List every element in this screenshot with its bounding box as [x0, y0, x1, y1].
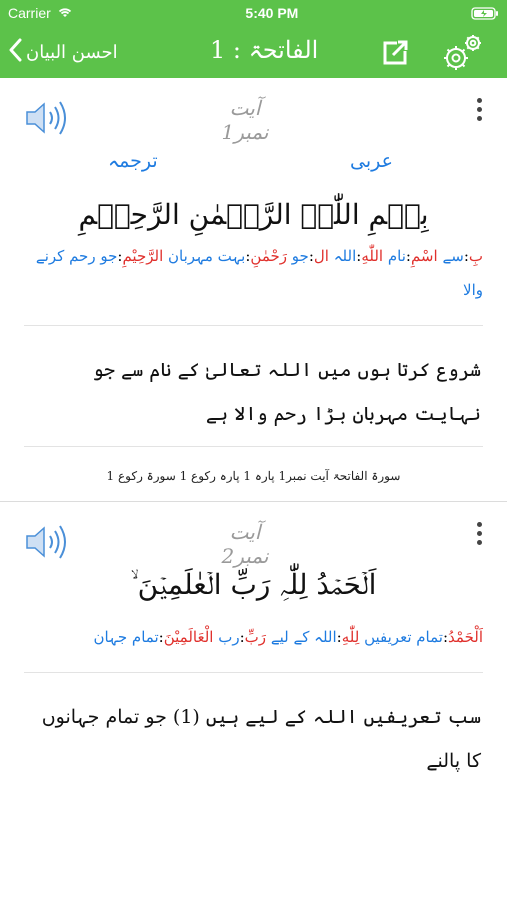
word-arabic: الرَّحِيْمِ	[122, 247, 164, 265]
clock: 5:40 PM	[245, 5, 299, 21]
share-button[interactable]	[382, 37, 411, 70]
word-meaning: نام	[387, 247, 406, 265]
word-meaning: سے	[442, 247, 464, 265]
page-title: الفاتحۃ : 1	[210, 36, 319, 64]
arabic-toggle[interactable]: عربی	[350, 150, 393, 172]
word-arabic: بِ	[468, 247, 483, 265]
wifi-icon	[57, 5, 73, 21]
more-options-button[interactable]	[474, 522, 484, 549]
word-by-word: بِ:سے اسْمِ:نام اللّٰهِ:اللہ ال:جو رَحْم…	[35, 247, 483, 299]
arabic-verse: اَلۡحَمۡدُ لِلّٰہِ رَبِّ الۡعٰلَمِیۡنَ ۙ	[130, 568, 377, 601]
word-arabic: لِلّٰهِ	[341, 628, 360, 646]
verse-reference: سورۃ الفاتحۃ آیت نمبر1 پارہ 1 پارہ رکوع …	[106, 469, 401, 483]
word-arabic: اَلْحَمْدُ	[448, 628, 483, 646]
speaker-icon	[26, 101, 66, 135]
urdu-translation: سب تعریفیں اللہ کے لیے ہیں (1) جو تمام ج…	[41, 706, 481, 772]
gear-icon	[444, 35, 481, 70]
urdu-translation: شروع کرتا ہوں میں اللہ تعالیٰ کے نام سے …	[92, 359, 481, 425]
nav-bar: احسن البیان الفاتحۃ : 1	[0, 26, 507, 78]
word-meaning: جو	[291, 247, 309, 265]
status-bar: Carrier 5:40 PM	[0, 0, 507, 26]
word-meaning: تمام تعریفیں	[364, 628, 443, 646]
word-meaning: رب	[218, 628, 240, 646]
settings-button[interactable]	[440, 32, 486, 76]
more-options-button[interactable]	[474, 98, 484, 125]
back-label: احسن البیان	[26, 42, 118, 63]
word-arabic: الْعَالَمِيْنَ	[163, 628, 214, 646]
word-arabic: اللّٰهِ	[361, 247, 384, 265]
share-icon	[383, 37, 411, 65]
back-button[interactable]: احسن البیان	[8, 38, 118, 67]
play-audio-button[interactable]	[24, 98, 70, 142]
ayah-number-label: آیت نمبر1	[221, 96, 269, 144]
chevron-left-icon	[8, 38, 22, 67]
ayah-number-label: آیت نمبر2	[221, 520, 269, 568]
ayah-card-1: آیت نمبر1 ترجمہ عربی بِسۡمِ اللّٰہِ الرَ…	[0, 78, 507, 501]
word-arabic: رَحْمٰنِ	[250, 247, 288, 265]
word-arabic: اسْمِ	[410, 247, 438, 265]
ayah-card-2: آیت نمبر2 اَلۡحَمۡدُ لِلّٰہِ رَبِّ الۡعٰ…	[0, 502, 507, 793]
word-meaning: اللہ	[333, 247, 357, 265]
word-meaning: اللہ کے لیے	[270, 628, 337, 646]
word-arabic: رَبِّ	[244, 628, 267, 646]
carrier-label: Carrier	[8, 5, 51, 21]
arabic-verse: بِسۡمِ اللّٰہِ الرَّحۡمٰنِ الرَّحِیۡمِ	[78, 198, 429, 231]
word-meaning: بہت مہربان	[168, 247, 246, 265]
battery-icon	[471, 6, 499, 20]
translation-toggle[interactable]: ترجمہ	[108, 150, 158, 172]
play-audio-button[interactable]	[24, 522, 70, 566]
word-meaning: تمام جہان	[93, 628, 159, 646]
word-arabic: ال	[313, 247, 329, 265]
word-by-word: اَلْحَمْدُ:تمام تعریفیں لِلّٰهِ:اللہ کے …	[93, 628, 483, 646]
speaker-icon	[26, 525, 66, 559]
